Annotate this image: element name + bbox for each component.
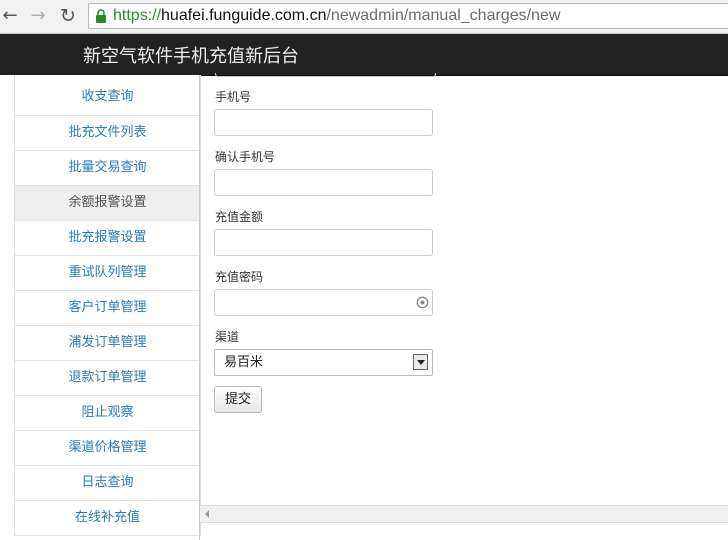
url-scheme: https:// [113, 7, 162, 24]
reload-icon[interactable]: ↻ [58, 6, 78, 26]
sidebar-item-batch-alert-settings[interactable]: 批充报警设置 [15, 221, 200, 256]
channel-select[interactable]: 易百米 [214, 349, 433, 376]
sidebar-item-spdb-orders[interactable]: 浦发订单管理 [15, 326, 200, 361]
amount-input[interactable] [214, 229, 433, 256]
channel-selected-value: 易百米 [224, 355, 264, 370]
sidebar-item-customer-orders[interactable]: 客户订单管理 [15, 291, 200, 326]
phone-input[interactable] [214, 109, 433, 136]
horizontal-scrollbar[interactable] [200, 505, 728, 523]
sidebar-menu: 收支查询 批充文件列表 批量交易查询 余额报警设置 批充报警设置 重试队列管理 … [14, 75, 201, 536]
submit-button[interactable]: 提交 [214, 386, 262, 413]
sidebar-item-retry-queue[interactable]: 重试队列管理 [15, 256, 200, 291]
password-label: 充值密码 [215, 270, 264, 284]
sidebar-item-online-recharge[interactable]: 在线补充值 [15, 501, 200, 536]
main-content: 手机号 确认手机号 充值金额 充值密码 渠道 易百米 提交 [199, 73, 728, 540]
url-path: /newadmin/manual_charges/new [326, 7, 561, 24]
browser-toolbar: ← → ↻ https://huafei.funguide.com.cn/new… [0, 0, 728, 34]
password-input[interactable] [214, 289, 433, 316]
sidebar-item-batch-transaction-query[interactable]: 批量交易查询 [15, 151, 200, 186]
forward-arrow-icon[interactable]: → [28, 6, 48, 26]
address-bar[interactable]: https://huafei.funguide.com.cn/newadmin/… [88, 3, 728, 29]
sidebar: 收支查询 批充文件列表 批量交易查询 余额报警设置 批充报警设置 重试队列管理 … [0, 75, 201, 540]
confirm-phone-label: 确认手机号 [215, 150, 276, 164]
password-key-icon[interactable] [416, 296, 429, 309]
chevron-down-icon[interactable] [413, 354, 428, 370]
sidebar-item-channel-price[interactable]: 渠道价格管理 [15, 431, 200, 466]
sidebar-item-refund-orders[interactable]: 退款订单管理 [15, 361, 200, 396]
channel-label: 渠道 [215, 330, 240, 344]
lock-icon [96, 9, 106, 23]
sidebar-item-block-watch[interactable]: 阻止观察 [15, 396, 200, 431]
back-arrow-icon[interactable]: ← [0, 6, 20, 26]
sidebar-item-batch-file-list[interactable]: 批充文件列表 [15, 116, 200, 151]
sidebar-item-balance-alert-settings[interactable]: 余额报警设置 [15, 186, 200, 221]
confirm-phone-input[interactable] [214, 169, 433, 196]
url-host: huafei.funguide.com.cn [161, 7, 327, 24]
app-title[interactable]: 新空气软件手机充值新后台 [83, 42, 299, 68]
scrollbar-thumb[interactable] [218, 508, 723, 519]
scroll-left-icon[interactable] [205, 510, 209, 518]
sidebar-item-income-expense-query[interactable]: 收支查询 [15, 75, 200, 116]
amount-label: 充值金额 [215, 210, 264, 224]
phone-label: 手机号 [215, 90, 252, 104]
url-text: https://huafei.funguide.com.cn/newadmin/… [113, 4, 560, 28]
sidebar-item-log-query[interactable]: 日志查询 [15, 466, 200, 501]
app-header: 新空气软件手机充值新后台 [0, 34, 728, 76]
previous-field-edge [215, 73, 436, 77]
